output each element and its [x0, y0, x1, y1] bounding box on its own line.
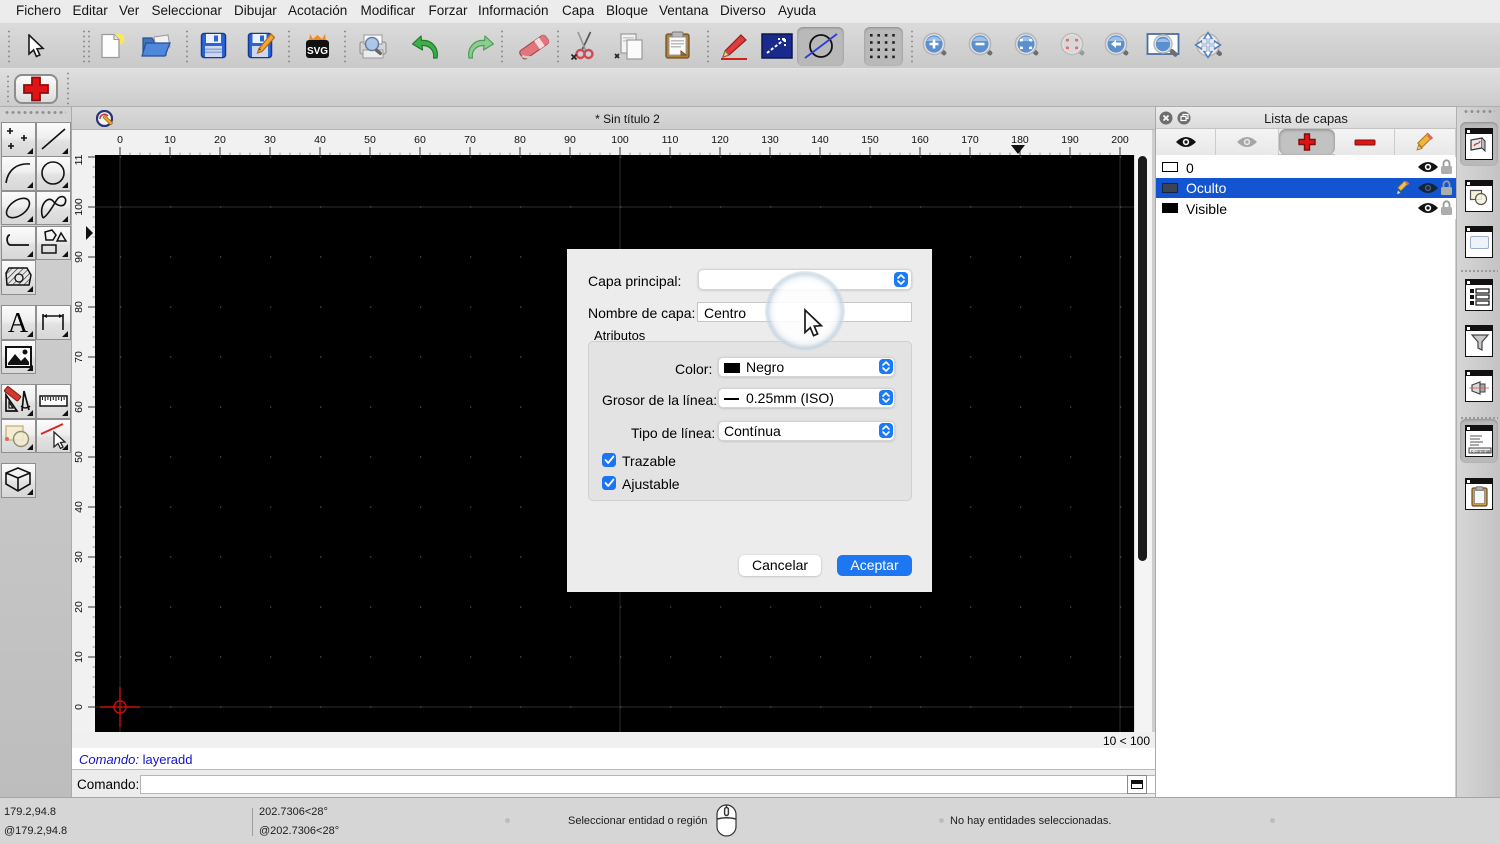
svg-text:40: 40: [73, 501, 85, 513]
svg-text:130: 130: [761, 134, 779, 146]
svg-text:20: 20: [73, 601, 85, 613]
svg-text:60: 60: [414, 134, 426, 146]
svg-text:40: 40: [314, 134, 326, 146]
svg-text:30: 30: [264, 134, 276, 146]
svg-text:80: 80: [514, 134, 526, 146]
svg-text:10: 10: [164, 134, 176, 146]
svg-text:20: 20: [214, 134, 226, 146]
svg-text:150: 150: [861, 134, 879, 146]
svg-text:70: 70: [464, 134, 476, 146]
svg-text:190: 190: [1061, 134, 1079, 146]
svg-text:140: 140: [811, 134, 829, 146]
svg-text:110: 110: [73, 155, 85, 165]
svg-text:170: 170: [961, 134, 979, 146]
svg-text:30: 30: [73, 551, 85, 563]
svg-text:0: 0: [73, 704, 85, 710]
svg-text:120: 120: [711, 134, 729, 146]
svg-text:160: 160: [911, 134, 929, 146]
svg-text:10: 10: [73, 651, 85, 663]
svg-text:70: 70: [73, 351, 85, 363]
svg-text:100: 100: [73, 198, 85, 216]
svg-text:c command: c command: [1471, 448, 1492, 453]
svg-text:50: 50: [364, 134, 376, 146]
svg-text:100: 100: [611, 134, 629, 146]
svg-text:80: 80: [73, 301, 85, 313]
svg-text:110: 110: [662, 134, 679, 146]
svg-text:SVG: SVG: [307, 46, 328, 57]
svg-text:180: 180: [1011, 134, 1029, 146]
svg-text:0: 0: [117, 134, 123, 146]
svg-text:60: 60: [73, 401, 85, 413]
svg-text:90: 90: [73, 251, 85, 263]
svg-text:90: 90: [564, 134, 576, 146]
svg-text:A: A: [7, 308, 28, 339]
svg-text:200: 200: [1111, 134, 1129, 146]
svg-text:50: 50: [73, 451, 85, 463]
